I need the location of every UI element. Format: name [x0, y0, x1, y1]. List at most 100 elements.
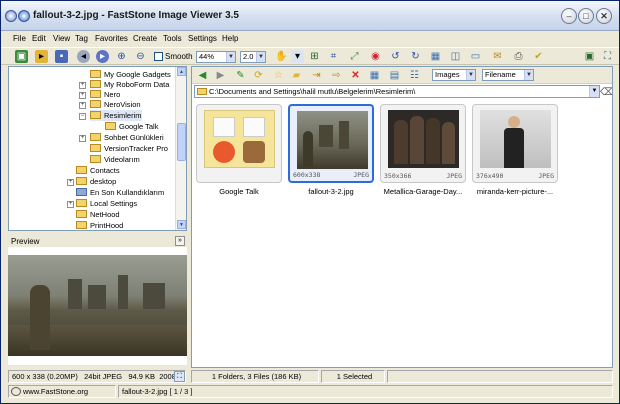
smooth-checkbox[interactable]	[154, 52, 163, 61]
move-to-icon[interactable]: ⇨	[330, 69, 343, 82]
forward-icon[interactable]: ▶	[214, 69, 227, 82]
chevron-down-icon: ▼	[256, 52, 265, 62]
title-bar[interactable]: fallout-3-2.jpg - FastStone Image Viewer…	[1, 1, 619, 31]
tree-scrollbar[interactable]: ▲ ▼	[175, 67, 186, 230]
tree-item-selected[interactable]: Resimlerim	[90, 110, 142, 121]
tree-item[interactable]: NeroVision	[90, 99, 141, 110]
redeye-icon[interactable]: ◉	[369, 50, 382, 63]
thumbnail-selected[interactable]: 600x338 JPEG	[288, 104, 374, 183]
rotate-left-icon[interactable]: ↺	[389, 50, 402, 63]
tree-item[interactable]: PrintHood	[76, 220, 123, 230]
expand-icon[interactable]: +	[79, 82, 86, 89]
print-icon[interactable]: ⎙	[512, 50, 525, 63]
compare-icon[interactable]: ◫	[449, 50, 462, 63]
menu-file[interactable]: File	[13, 34, 26, 43]
expand-icon[interactable]: +	[79, 92, 86, 99]
tree-item[interactable]: Videolarım	[90, 154, 140, 165]
tree-item-label: NetHood	[90, 210, 120, 219]
fit-preview-icon[interactable]: ⛶	[174, 371, 185, 382]
folder-tree[interactable]: My Google Gadgets + My RoboForm Data + N…	[8, 66, 187, 231]
recycle-icon[interactable]: ⌫	[600, 86, 612, 99]
tree-item-label: NeroVision	[104, 100, 141, 109]
layout-icon[interactable]: ▣	[583, 50, 596, 63]
scrollbar-thumb[interactable]	[177, 123, 186, 161]
tree-item[interactable]: En Son Kullandıklarım	[76, 187, 164, 198]
crop-icon[interactable]: ⌗	[327, 50, 340, 63]
back-icon[interactable]: ◀	[196, 69, 209, 82]
select-all-icon[interactable]: ▦	[368, 69, 381, 82]
expand-icon[interactable]: +	[79, 135, 86, 142]
thumbnail-caption: miranda-kerr-picture-...	[476, 187, 554, 196]
menu-bar: File Edit View Tag Favorites Create Tool…	[1, 32, 619, 46]
view-mode-icon[interactable]: ▤	[388, 69, 401, 82]
tree-item-label: My RoboForm Data	[104, 80, 170, 89]
tree-item[interactable]: desktop	[76, 176, 116, 187]
chevron-down-icon: ▼	[524, 70, 533, 80]
rotate-right-icon[interactable]: ↻	[409, 50, 422, 63]
menu-tools[interactable]: Tools	[163, 34, 182, 43]
slideshow-icon[interactable]: ▭	[469, 50, 482, 63]
menu-view[interactable]: View	[53, 34, 70, 43]
fullscreen-icon[interactable]: ⛶	[601, 50, 614, 63]
collapse-icon[interactable]: −	[79, 113, 86, 120]
scroll-up-icon[interactable]: ▲	[177, 67, 186, 76]
thumbnail[interactable]: 376x490 JPEG	[472, 104, 558, 183]
tree-item[interactable]: Google Talk	[105, 121, 158, 132]
selected-count: 1 Selected	[321, 370, 385, 383]
maximize-button[interactable]: □	[578, 8, 594, 24]
thumbnail[interactable]: 350x366 JPEG	[380, 104, 466, 183]
previous-icon[interactable]: ◂	[77, 50, 90, 63]
system-menu-icon[interactable]	[5, 10, 17, 22]
tree-item-label: VersionTracker Pro	[104, 144, 168, 153]
path-value: C:\Documents and Settings\halil mutlu\Be…	[209, 87, 416, 96]
copy-to-icon[interactable]: ⇥	[310, 69, 323, 82]
tree-item[interactable]: NetHood	[76, 209, 120, 220]
zoom-select[interactable]: 44% ▼	[196, 51, 236, 63]
preview-collapse-button[interactable]: »	[175, 236, 185, 246]
menu-help[interactable]: Help	[222, 34, 238, 43]
zoom2-select[interactable]: 2.0 ▼	[240, 51, 266, 63]
tree-item[interactable]: VersionTracker Pro	[90, 143, 168, 154]
tree-item[interactable]: Sohbet Günlükleri	[90, 132, 164, 143]
settings-icon[interactable]: ✔	[532, 50, 545, 63]
edit-icon[interactable]: ✎	[234, 69, 247, 82]
smooth-label: Smooth	[165, 52, 193, 61]
expand-icon[interactable]: +	[67, 201, 74, 208]
menu-edit[interactable]: Edit	[32, 34, 46, 43]
save-icon[interactable]: ▪	[55, 50, 68, 63]
scroll-down-icon[interactable]: ▼	[177, 220, 186, 229]
thumbnails-icon[interactable]: ▦	[429, 50, 442, 63]
close-button[interactable]: ✕	[596, 8, 612, 24]
thumbnail-folder[interactable]	[196, 104, 282, 183]
expand-icon[interactable]: +	[67, 179, 74, 186]
expand-icon[interactable]: +	[79, 102, 86, 109]
details-icon[interactable]: ☷	[408, 69, 421, 82]
hand-icon[interactable]: ✋	[275, 50, 288, 63]
email-icon[interactable]: ✉	[491, 50, 504, 63]
delete-icon[interactable]: ✕	[349, 69, 362, 82]
resize-icon[interactable]: ⤢	[348, 50, 361, 63]
sort-select[interactable]: Filename ▼	[482, 69, 534, 81]
tree-item[interactable]: Local Settings	[76, 198, 137, 209]
current-file: fallout-3-2.jpg [ 1 / 3 ]	[118, 385, 613, 398]
tree-item[interactable]: Contacts	[76, 165, 120, 176]
fit-icon[interactable]: ⊞	[308, 50, 321, 63]
next-icon[interactable]: ▸	[96, 50, 109, 63]
menu-create[interactable]: Create	[133, 34, 157, 43]
zoom-in-icon[interactable]: ⊕	[115, 50, 128, 63]
menu-settings[interactable]: Settings	[188, 34, 217, 43]
browse-icon[interactable]: ▸	[35, 50, 48, 63]
filter-select[interactable]: Images ▼	[432, 69, 476, 81]
menu-tag[interactable]: Tag	[75, 34, 88, 43]
website-link[interactable]: www.FastStone.org	[8, 385, 116, 398]
zoom-out-icon[interactable]: ⊖	[134, 50, 147, 63]
hand-dropdown-icon[interactable]: ▾	[291, 50, 304, 63]
favorite-icon[interactable]: ☆	[272, 69, 285, 82]
chevron-down-icon[interactable]: ▼	[589, 86, 599, 97]
menu-favorites[interactable]: Favorites	[95, 34, 128, 43]
new-folder-icon[interactable]: ▰	[290, 69, 303, 82]
refresh-icon[interactable]: ⟳	[252, 69, 265, 82]
path-input[interactable]: C:\Documents and Settings\halil mutlu\Be…	[194, 85, 600, 98]
minimize-button[interactable]: –	[561, 8, 577, 24]
open-folder-icon[interactable]: ▣	[15, 50, 28, 63]
